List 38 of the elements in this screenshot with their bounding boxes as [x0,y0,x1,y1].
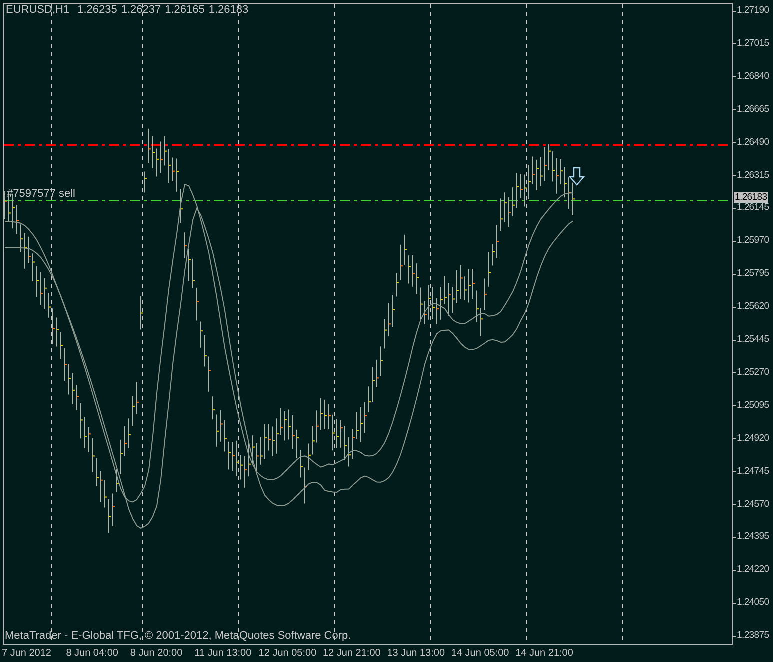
order-label: #7597577 sell [7,189,76,200]
price-axis-label: 1.25970 [737,235,770,248]
price-value: 1.26183 [208,5,249,16]
price-axis-label: 1.24570 [737,498,770,510]
price-axis-label: 1.26315 [737,170,770,182]
time-axis-label: 12 Jun 05:00 [258,648,317,660]
price-value: 1.26165 [165,5,205,16]
symbol-label: EURUSD,H1 [6,5,70,16]
time-axis-label: 8 Jun 04:00 [66,648,118,660]
current-price-badge: 1.26183 [734,192,768,203]
time-axis-label: 12 Jun 21:00 [323,648,381,660]
down-arrow-icon [568,167,586,186]
copyright-text: MetaTrader - E-Global TFG, © 2001-2012, MetaQuotes Software Corp. [5,631,352,642]
price-axis-label: 1.27190 [737,5,770,17]
price-axis-label: 1.24745 [737,466,770,478]
time-axis-label: 14 Jun 21:00 [516,648,574,660]
time-axis-label: 7 Jun 2012 [2,648,52,660]
price-axis-label: 1.26490 [737,136,770,149]
price-axis-label: 1.26665 [737,104,770,116]
price-axis-label: 1.26145 [737,202,770,214]
price-axis-label: 1.25095 [737,400,770,412]
time-axis-label: 14 Jun 05:00 [451,648,510,660]
price-axis-label: 1.26840 [737,70,770,83]
price-axis-label: 1.25445 [737,334,770,346]
price-axis-label: 1.24220 [737,564,770,576]
price-axis-label: 1.25270 [737,366,770,379]
price-axis-label: 1.24920 [737,432,770,445]
price-axis-label: 1.23875 [737,630,770,642]
price-value: 1.26237 [121,5,162,16]
price-axis-label: 1.27015 [737,38,770,50]
price-axis-label: 1.24395 [737,531,770,544]
price-axis-label: 1.25620 [737,301,770,314]
price-axis-label: 1.24050 [737,597,770,610]
price-axis-label: 1.25795 [737,268,770,280]
price-value: 1.26235 [78,5,118,16]
time-axis-label: 8 Jun 20:00 [130,648,183,660]
time-axis-label: 11 Jun 13:00 [194,648,252,660]
time-axis-label: 13 Jun 13:00 [387,648,446,660]
